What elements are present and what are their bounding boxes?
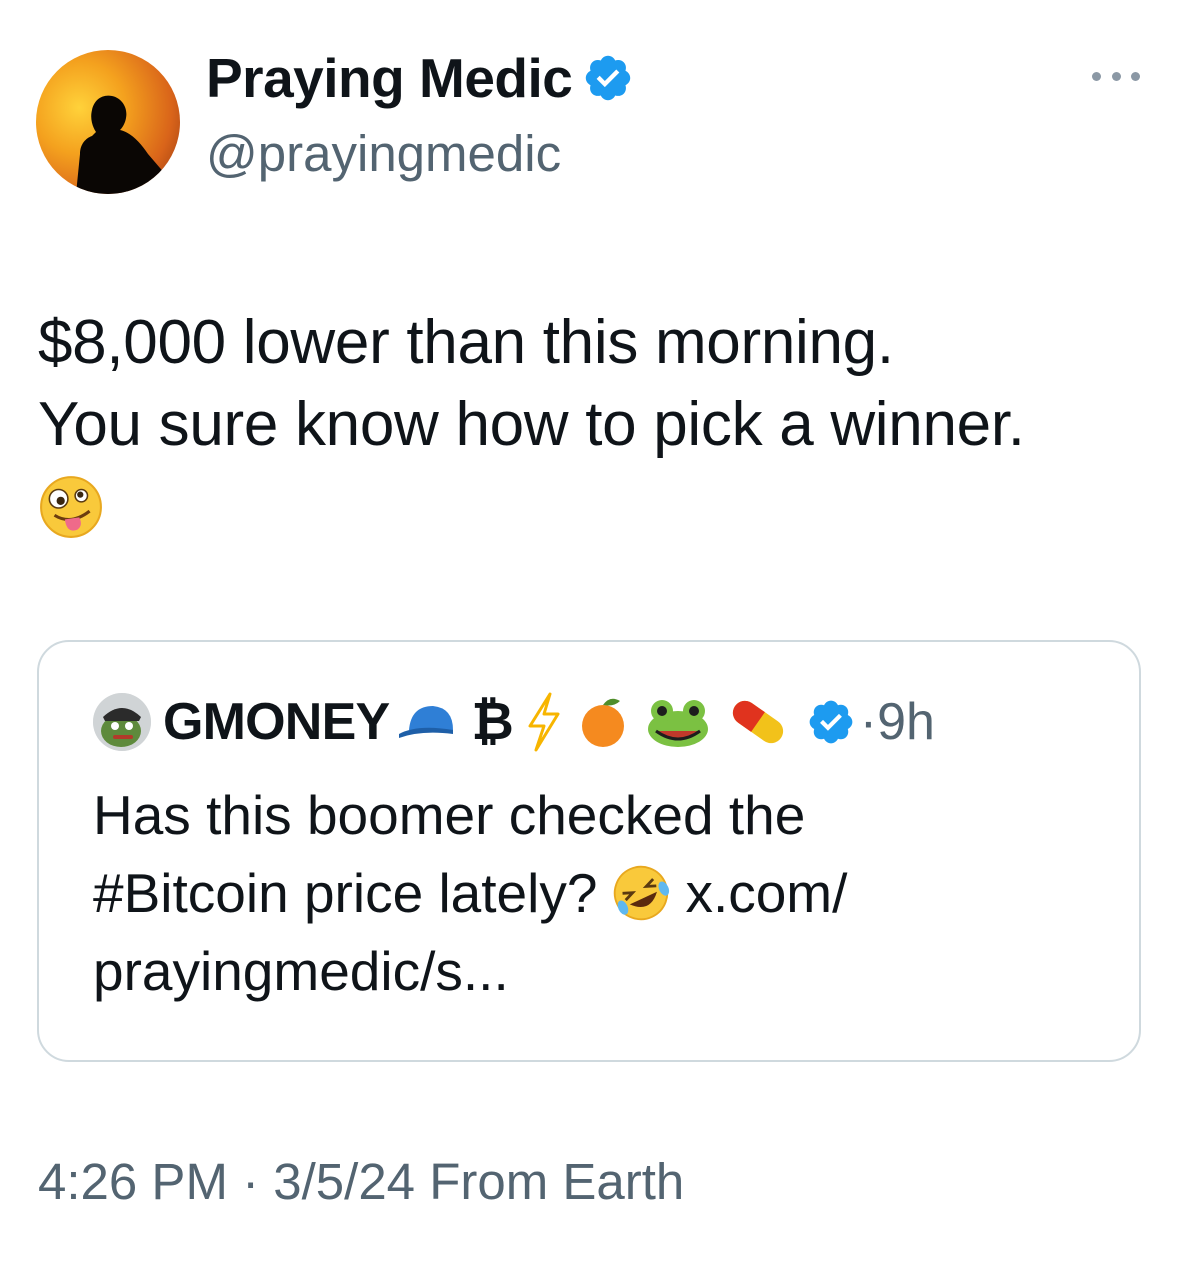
verified-badge-icon: [586, 55, 631, 101]
rolling-laughing-emoji-icon: [614, 865, 670, 921]
quoted-text-line: #Bitcoin price lately? x.com/: [93, 854, 1093, 932]
quoted-text-line: Has this boomer checked the: [93, 784, 806, 846]
more-dot-icon: [1111, 71, 1121, 81]
name-emojis: ₿: [397, 692, 791, 752]
pill-icon: [732, 700, 783, 744]
more-dot-icon: [1131, 71, 1140, 81]
tweet-text: $8,000 lower than this morning. You sure…: [38, 302, 1148, 548]
frog-icon: [647, 700, 708, 747]
author-name[interactable]: Praying Medic: [206, 46, 573, 110]
quoted-tweet-text: Has this boomer checked the #Bitcoin pri…: [93, 776, 1093, 1010]
pepe-avatar-icon: [93, 693, 151, 751]
author-name-row[interactable]: Praying Medic: [206, 46, 634, 110]
quoted-author-avatar[interactable]: [93, 693, 151, 751]
quoted-separator: ·: [859, 693, 878, 751]
bitcoin-symbol: ₿: [471, 693, 514, 751]
quoted-text-line[interactable]: prayingmedic/s...: [93, 932, 1093, 1010]
orange-icon: [581, 698, 624, 747]
quoted-tweet-header: GMONEY ₿ · 9h: [93, 690, 935, 754]
lightning-icon: [528, 692, 560, 752]
author-avatar[interactable]: [36, 50, 180, 194]
cap-icon: [399, 706, 454, 738]
zany-face-emoji-icon: [40, 476, 102, 538]
silhouette-avatar-icon: [76, 95, 165, 194]
more-dot-icon: [1092, 71, 1101, 81]
quoted-text-hashtag-segment: #Bitcoin price lately?: [93, 862, 598, 924]
quoted-text-link-segment[interactable]: x.com/: [685, 854, 847, 932]
more-options-button[interactable]: [1092, 66, 1140, 86]
quoted-author-name[interactable]: GMONEY: [163, 692, 390, 752]
tweet-text-line: You sure know how to pick a winner.: [38, 390, 1025, 459]
quoted-verified-badge-icon: [809, 700, 853, 744]
author-handle[interactable]: @prayingmedic: [206, 122, 561, 186]
tweet-text-line: $8,000 lower than this morning.: [38, 308, 894, 377]
tweet-timestamp[interactable]: 4:26 PM · 3/5/24 From Earth: [38, 1150, 684, 1214]
quoted-tweet-card[interactable]: GMONEY ₿ · 9h Has this boomer checked th…: [37, 640, 1141, 1062]
quoted-time[interactable]: 9h: [877, 692, 935, 752]
